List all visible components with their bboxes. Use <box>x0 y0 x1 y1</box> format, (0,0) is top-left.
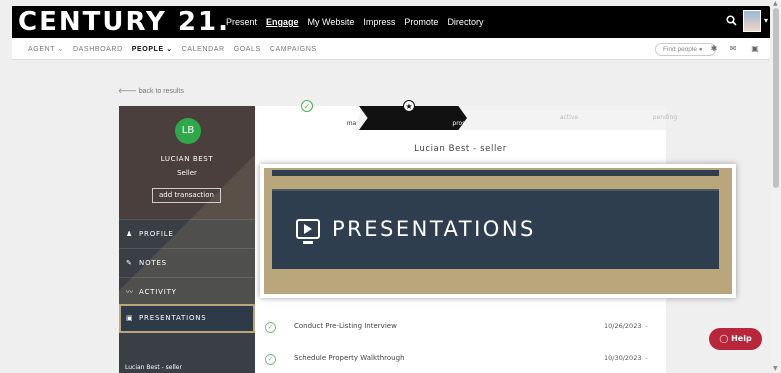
app-root: CENTURY 21. Present Engage My Website Im… <box>0 0 781 373</box>
help-label: Help <box>731 334 752 343</box>
sidebar-item-label: ACTIVITY <box>139 288 177 296</box>
top-bar: CENTURY 21. Present Engage My Website Im… <box>12 6 770 38</box>
secondary-nav: AGENT ⌄ DASHBOARD PEOPLE ⌄ CALENDAR GOAL… <box>12 38 770 60</box>
task-name: Schedule Property Walkthrough <box>294 354 405 362</box>
chevron-down-icon[interactable]: ⌄ <box>644 322 649 329</box>
callout-top-band <box>272 170 719 176</box>
subnav-dashboard[interactable]: DASHBOARD <box>73 46 123 53</box>
sidebar-item-presentations[interactable]: ▣ PRESENTATIONS <box>119 304 255 333</box>
person-icon: ♟ <box>126 230 134 238</box>
scroll-up-arrow-icon[interactable]: ▲ <box>773 0 778 7</box>
chevron-down-icon[interactable]: ▾ <box>764 16 768 25</box>
pipeline-stepper: marketing prospects active pending <box>255 106 677 130</box>
help-button[interactable]: ◯ Help <box>709 328 762 350</box>
find-people-placeholder: Find people <box>663 46 697 53</box>
task-row[interactable]: ✓ Schedule Property Walkthrough 10/30/20… <box>255 348 666 372</box>
top-nav: Present Engage My Website Impress Promot… <box>226 6 483 38</box>
century21-logo[interactable]: CENTURY 21. <box>18 6 230 38</box>
sidebar-item-activity[interactable]: 〰 ACTIVITY <box>119 277 255 306</box>
sidebar-item-notes[interactable]: ✎ NOTES <box>119 248 255 277</box>
task-row[interactable]: ✓ Conduct Pre-Listing Interview 10/26/20… <box>255 316 666 340</box>
task-name: Conduct Pre-Listing Interview <box>294 322 397 330</box>
subnav-goals[interactable]: GOALS <box>234 46 261 53</box>
sidebar-item-label: NOTES <box>139 259 167 267</box>
person-icon: ● <box>698 46 703 53</box>
sidebar-item-profile[interactable]: ♟ PROFILE <box>119 219 255 248</box>
nav-my-website[interactable]: My Website <box>308 17 355 27</box>
back-label: back to results <box>138 88 184 95</box>
nav-directory[interactable]: Directory <box>447 17 483 27</box>
callout-panel: PRESENTATIONS <box>272 189 719 269</box>
contact-name: LUCIAN BEST <box>160 155 214 163</box>
chat-icon[interactable]: ▣ <box>750 44 760 54</box>
subnav-people[interactable]: PEOPLE ⌄ <box>132 45 173 53</box>
step-pending[interactable]: pending <box>565 106 677 130</box>
back-to-results-link[interactable]: 🡐 back to results <box>118 86 184 95</box>
nav-promote[interactable]: Promote <box>404 17 438 27</box>
back-arrow-icon: 🡐 <box>118 88 137 95</box>
transaction-title: Lucian Best - seller <box>414 144 507 154</box>
sidebar-item-label: PROFILE <box>139 230 174 238</box>
presentations-zoom-callout: PRESENTATIONS <box>260 164 736 298</box>
search-icon[interactable] <box>726 15 738 27</box>
nav-impress[interactable]: Impress <box>363 17 395 27</box>
add-transaction-button[interactable]: add transaction <box>152 188 221 203</box>
step-label: pending <box>652 114 678 121</box>
notes-icon: ✎ <box>126 259 133 267</box>
task-date: 10/30/2023 <box>604 354 642 362</box>
presentation-icon-stand <box>303 241 313 244</box>
check-circle-icon[interactable]: ✓ <box>265 354 276 365</box>
task-date: 10/26/2023 <box>604 322 642 330</box>
callout-label: PRESENTATIONS <box>332 217 536 241</box>
star-icon: ★ <box>403 100 415 112</box>
scroll-down-arrow-icon[interactable]: ▼ <box>773 365 778 372</box>
gear-icon[interactable]: ✱ <box>709 44 719 54</box>
presentation-icon: ▣ <box>126 314 134 322</box>
find-people-input[interactable]: Find people ● <box>655 43 716 56</box>
mail-icon[interactable]: ✉ <box>728 44 738 54</box>
contact-avatar: LB <box>175 118 201 144</box>
contact-sidebar: LB LUCIAN BEST Seller add transaction ♟ … <box>119 106 255 373</box>
check-circle-icon[interactable]: ✓ <box>265 322 276 333</box>
nav-present[interactable]: Present <box>226 17 257 27</box>
sidebar-item-label: PRESENTATIONS <box>139 314 207 322</box>
nav-engage[interactable]: Engage <box>266 17 299 27</box>
user-avatar[interactable] <box>743 10 761 32</box>
scroll-thumb[interactable] <box>773 8 779 188</box>
check-icon: ✓ <box>301 100 313 112</box>
chat-bubble-icon: ◯ <box>719 334 729 343</box>
subnav-calendar[interactable]: CALENDAR <box>182 46 225 53</box>
presentation-icon <box>296 219 320 239</box>
contact-role: Seller <box>177 169 197 177</box>
chevron-down-icon[interactable]: ⌄ <box>644 354 649 361</box>
subnav-agent[interactable]: AGENT ⌄ <box>28 45 64 53</box>
step-active[interactable]: active <box>461 106 578 130</box>
subnav-campaigns[interactable]: CAMPAIGNS <box>270 46 317 53</box>
sidebar-footer-text: Lucian Best - seller <box>125 364 182 371</box>
activity-icon: 〰 <box>126 288 134 296</box>
page-scrollbar[interactable]: ▲ ▼ <box>771 0 781 373</box>
